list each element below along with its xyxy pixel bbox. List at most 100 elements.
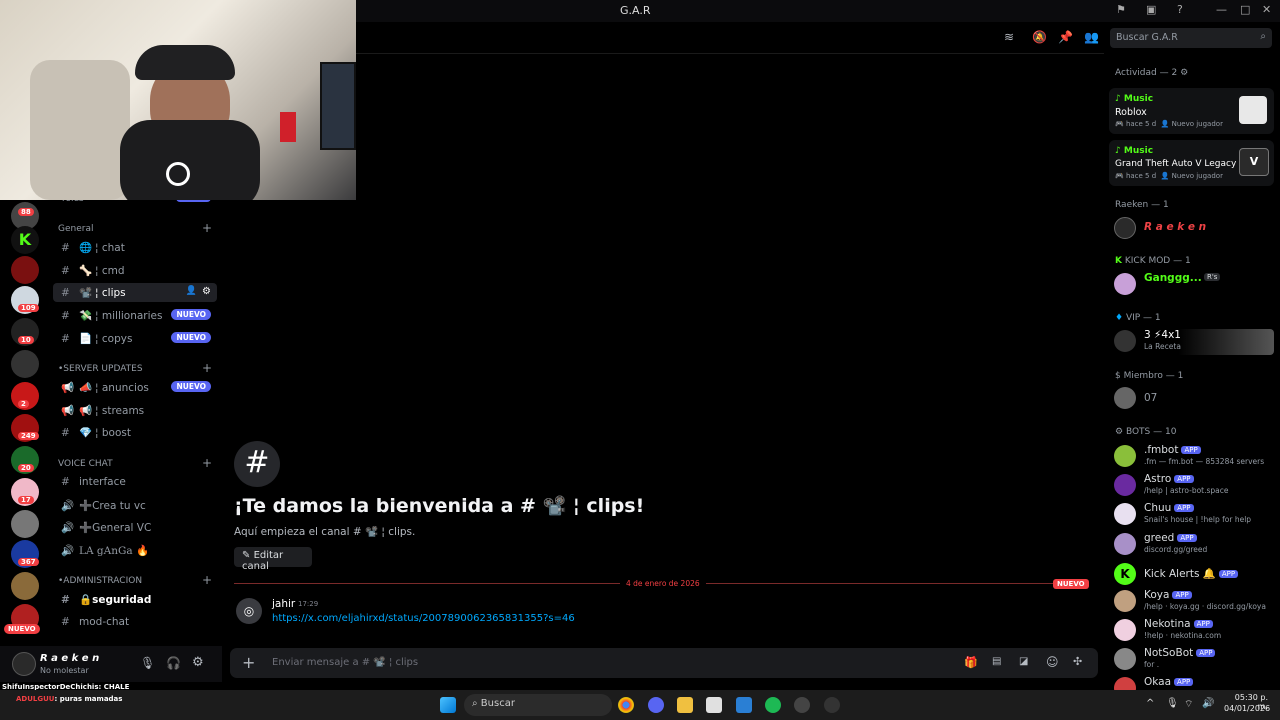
channel-mod-chat[interactable]: # mod-chat xyxy=(53,613,217,632)
threads-icon[interactable]: ≋ xyxy=(1004,30,1014,44)
message-link[interactable]: https://x.com/eljahirxd/status/200789006… xyxy=(272,613,575,624)
windows-taskbar xyxy=(0,690,1280,720)
member-item[interactable]: R a e k e n xyxy=(1114,216,1274,242)
avatar[interactable] xyxy=(12,652,36,676)
add-channel-icon[interactable]: + xyxy=(202,456,212,470)
avatar[interactable]: ◎ xyxy=(236,598,262,624)
channel-clips[interactable]: # 📽️ ¦ clips ⚙ 👤 xyxy=(53,283,217,302)
member-section-title: ⚙ BOTS — 10 xyxy=(1115,427,1177,437)
channel-copys[interactable]: # 📄 ¦ copys NUEVO xyxy=(53,329,217,348)
bot-item[interactable]: Nekotina APP !help · nekotina.com xyxy=(1114,618,1274,644)
file-explorer-icon[interactable] xyxy=(677,697,693,713)
search-input[interactable]: Buscar G.A.R ⌕ xyxy=(1110,28,1272,48)
store-icon[interactable] xyxy=(706,697,722,713)
avatar xyxy=(1114,330,1136,352)
chrome-icon[interactable] xyxy=(618,697,634,713)
channel-chat[interactable]: # 🌐 ¦ chat xyxy=(53,238,217,257)
bot-name: Nekotina APP xyxy=(1144,618,1213,630)
avatar xyxy=(1114,474,1136,496)
member-item[interactable]: Ganggg... R's xyxy=(1114,272,1274,298)
bot-item[interactable]: Okaa APP xyxy=(1114,676,1274,690)
taskbar-date[interactable]: 04/01/2026 xyxy=(1224,704,1270,713)
kick-server-icon[interactable]: K xyxy=(11,226,39,254)
voice-channel-general-vc[interactable]: 🔊 ➕General VC xyxy=(53,518,217,537)
voice-channel-crea-tu-vc[interactable]: 🔊 ➕Crea tu vc xyxy=(53,496,217,515)
add-channel-icon[interactable]: + xyxy=(202,361,212,375)
bot-item[interactable]: K Kick Alerts 🔔 APP xyxy=(1114,562,1274,588)
category-administracion[interactable]: •ADMINISTRACION xyxy=(58,576,142,586)
server-badge: 17 xyxy=(18,496,34,504)
minimize-button[interactable]: — xyxy=(1216,3,1227,16)
settings-icon[interactable]: ⚙ xyxy=(192,655,204,670)
microphone-icon[interactable]: 🎙 xyxy=(140,656,155,670)
gif-icon[interactable]: ▤ xyxy=(992,656,1001,667)
bot-name: Kick Alerts 🔔 APP xyxy=(1144,567,1239,580)
server-icon[interactable] xyxy=(11,572,39,600)
screen-icon[interactable]: ▣ xyxy=(1146,3,1156,16)
category-general[interactable]: General xyxy=(58,224,93,234)
headphones-icon[interactable]: 🎧 xyxy=(166,656,181,670)
member-item[interactable]: 07 xyxy=(1114,386,1274,412)
wifi-icon[interactable]: ⌔ xyxy=(1184,698,1193,711)
channel-interface[interactable]: # interface xyxy=(53,473,217,492)
message-author[interactable]: jahir xyxy=(272,598,295,610)
gift-icon[interactable]: 🎁 xyxy=(964,656,978,669)
edit-channel-button[interactable]: ✎ Editar canal xyxy=(234,547,312,572)
member-item[interactable]: 3 ⚡4x1 La Receta xyxy=(1114,329,1274,355)
server-badge: 10 xyxy=(18,336,34,344)
channel-cmd[interactable]: # 🦴 ¦ cmd xyxy=(53,261,217,280)
invite-icon[interactable]: 👤 xyxy=(186,286,197,296)
channel-millionaries[interactable]: # 💸 ¦ millionaries NUEVO xyxy=(53,306,217,325)
voice-channel-la-ganga[interactable]: 🔊 LA gAnGa 🔥 xyxy=(53,541,217,560)
server-icon[interactable] xyxy=(11,510,39,538)
channel-streams[interactable]: 📢 📢 ¦ streams xyxy=(53,401,217,420)
apps-icon[interactable]: ✣ xyxy=(1073,655,1082,668)
inbox-icon[interactable]: ⚑ xyxy=(1116,3,1126,16)
gear-icon[interactable]: ⚙ xyxy=(1180,68,1188,78)
channel-settings-icon[interactable]: ⚙ xyxy=(202,286,211,297)
bot-item[interactable]: Astro APP/help | astro-bot.space xyxy=(1114,473,1274,499)
maximize-button[interactable]: □ xyxy=(1240,3,1250,16)
members-icon[interactable]: 👥 xyxy=(1084,30,1099,44)
welcome-subtitle: Aquí empieza el canal # 📽️ ¦ clips. xyxy=(234,526,416,538)
app-icon[interactable] xyxy=(824,697,840,713)
activity-card[interactable]: ♪ Music Roblox 🎮 hace 5 d 👤 Nuevo jugado… xyxy=(1109,88,1274,134)
channel-seguridad[interactable]: # 🔒seguridad xyxy=(53,590,217,609)
bot-item[interactable]: Koya APP/help · koya.gg · discord.gg/koya xyxy=(1114,589,1274,615)
avatar xyxy=(1114,503,1136,525)
microphone-icon[interactable]: 🎙 xyxy=(1166,698,1179,709)
spotify-icon[interactable] xyxy=(765,697,781,713)
new-servers-badge[interactable]: NUEVO xyxy=(4,624,40,634)
bot-item[interactable]: greed APP discord.gg/greed xyxy=(1114,532,1274,558)
category-server-updates[interactable]: •SERVER UPDATES xyxy=(58,364,143,374)
search-icon: ⌕ xyxy=(472,698,481,709)
activity-card[interactable]: ♪ Music Grand Theft Auto V Legacy 🎮 hace… xyxy=(1109,140,1274,186)
bot-item[interactable]: .fmbot APP .fm — fm.bot — 853284 servers xyxy=(1114,444,1274,470)
close-button[interactable]: ✕ xyxy=(1262,3,1271,16)
bot-item[interactable]: NotSoBot APP for . xyxy=(1114,647,1274,673)
sticker-icon[interactable]: ◪ xyxy=(1019,656,1028,667)
category-voice-chat[interactable]: VOICE CHAT xyxy=(58,459,113,469)
help-icon[interactable]: ? xyxy=(1177,3,1183,16)
channel-boost[interactable]: # 💎 ¦ boost xyxy=(53,423,217,442)
server-icon[interactable] xyxy=(11,256,39,284)
activity-header: Actividad — 2 ⚙ xyxy=(1115,68,1189,78)
attach-plus-icon[interactable]: + xyxy=(242,653,255,672)
mail-icon[interactable] xyxy=(736,697,752,713)
server-icon[interactable] xyxy=(11,350,39,378)
chevron-up-icon[interactable]: ^ xyxy=(1146,698,1154,709)
emoji-icon[interactable]: ☺ xyxy=(1046,655,1059,669)
add-channel-icon[interactable]: + xyxy=(202,221,212,235)
bot-item[interactable]: Chuu APP Snail's house | !help for help xyxy=(1114,502,1274,528)
message-composer[interactable]: + Enviar mensaje a # 📽️ ¦ clips 🎁 ▤ ◪ ☺ … xyxy=(230,648,1098,678)
mute-icon[interactable]: 🔕 xyxy=(1032,30,1047,44)
app-icon[interactable] xyxy=(794,697,810,713)
pin-icon[interactable]: 📌 xyxy=(1058,30,1073,44)
avatar xyxy=(1114,619,1136,641)
channel-anuncios[interactable]: 📢 📣 ¦ anuncios NUEVO xyxy=(53,378,217,397)
add-channel-icon[interactable]: + xyxy=(202,573,212,587)
windows-start-icon[interactable] xyxy=(440,697,456,713)
volume-icon[interactable]: 🔊 xyxy=(1202,698,1214,709)
taskbar-search[interactable]: ⌕ Buscar xyxy=(464,694,612,716)
discord-icon[interactable] xyxy=(648,697,664,713)
